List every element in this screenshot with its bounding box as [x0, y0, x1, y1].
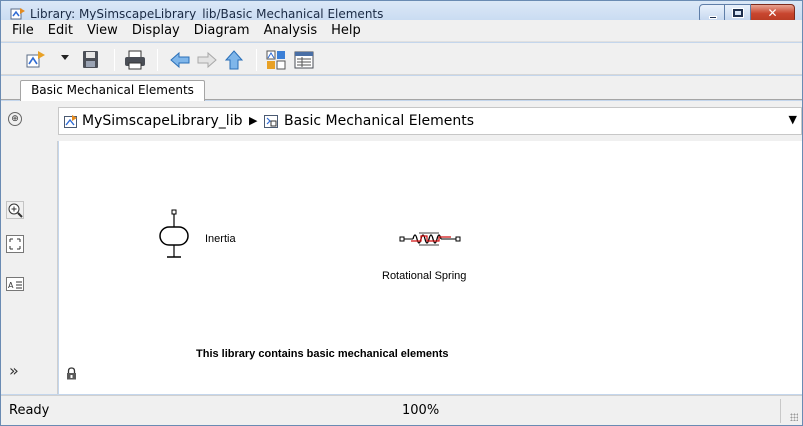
toolbar-separator: [256, 49, 257, 71]
window-title: Library: MySimscapeLibrary_lib/Basic Mec…: [30, 7, 384, 21]
hide-model-browser-icon[interactable]: ⊕: [8, 112, 22, 126]
save-icon: [83, 51, 98, 68]
up-button[interactable]: [223, 49, 245, 71]
status-text: Ready: [9, 403, 50, 418]
print-button[interactable]: [123, 49, 147, 71]
tab-strip: Basic Mechanical Elements: [1, 76, 802, 101]
model-explorer-icon: [294, 51, 314, 69]
close-icon: ✕: [767, 6, 778, 20]
menu-file[interactable]: File: [5, 21, 41, 41]
new-library-button[interactable]: [25, 49, 47, 71]
back-button[interactable]: [169, 49, 191, 71]
maximize-icon: [732, 8, 744, 18]
menu-edit[interactable]: Edit: [41, 21, 80, 41]
forward-icon: [197, 51, 217, 69]
forward-button[interactable]: [196, 49, 218, 71]
inertia-label: Inertia: [205, 233, 236, 245]
address-dropdown-icon[interactable]: ▼: [789, 113, 797, 126]
toolbar-separator: [157, 49, 158, 71]
fit-to-view-icon: [6, 235, 24, 253]
menu-view[interactable]: View: [80, 21, 125, 41]
diagram-canvas[interactable]: Inertia Rotational Spring This library c…: [59, 141, 802, 394]
new-library-icon: [26, 51, 45, 68]
menu-bar: File Edit View Display Diagram Analysis …: [1, 20, 802, 42]
rotational-spring-block[interactable]: [399, 229, 463, 249]
zoom-button[interactable]: [6, 201, 24, 219]
annotation-icon: A: [6, 277, 24, 291]
lock-icon[interactable]: [66, 367, 77, 380]
library-browser-button[interactable]: [265, 49, 287, 71]
back-icon: [170, 51, 190, 69]
resize-grip-icon[interactable]: [790, 413, 798, 421]
new-dropdown-button[interactable]: [61, 55, 69, 77]
subsystem-icon: [264, 115, 278, 128]
fit-to-view-button[interactable]: [6, 235, 24, 253]
simulink-library-icon: [10, 8, 25, 20]
zoom-icon: [6, 201, 24, 219]
zoom-level: 100%: [402, 403, 440, 418]
up-icon: [224, 50, 244, 70]
model-explorer-button[interactable]: [293, 49, 315, 71]
status-separator: [780, 399, 781, 423]
status-bar: Ready 100%: [1, 395, 802, 425]
toolbar: [1, 43, 802, 75]
minimize-icon: [709, 16, 717, 19]
annotation-button[interactable]: A: [6, 275, 24, 293]
breadcrumb-basic-mechanical-elements[interactable]: Basic Mechanical Elements: [284, 113, 474, 129]
menu-diagram[interactable]: Diagram: [187, 21, 257, 41]
print-icon: [125, 50, 145, 70]
address-bar[interactable]: MySimscapeLibrary_lib ▶ Basic Mechanical…: [58, 107, 802, 135]
svg-text:A: A: [8, 281, 14, 290]
toolbar-separator: [114, 49, 115, 71]
menu-display[interactable]: Display: [125, 21, 187, 41]
save-button[interactable]: [81, 49, 101, 71]
library-browser-icon: [266, 50, 286, 70]
menu-help[interactable]: Help: [324, 21, 368, 41]
breadcrumb-separator-icon: ▶: [249, 114, 258, 127]
inertia-block[interactable]: [157, 209, 191, 263]
library-window: Library: MySimscapeLibrary_lib/Basic Mec…: [0, 0, 803, 426]
rotational-spring-label: Rotational Spring: [382, 270, 467, 282]
expand-palette-icon[interactable]: »: [9, 361, 19, 380]
dropdown-arrow-icon: [61, 55, 69, 60]
breadcrumb-library[interactable]: MySimscapeLibrary_lib: [82, 113, 242, 129]
library-annotation: This library contains basic mechanical e…: [196, 348, 449, 360]
tab-basic-mechanical-elements[interactable]: Basic Mechanical Elements: [20, 80, 205, 101]
menu-analysis[interactable]: Analysis: [257, 21, 325, 41]
palette: A »: [1, 141, 58, 394]
library-icon: [64, 115, 77, 128]
address-row: ⊕ MySimscapeLibrary_lib ▶ Basic Mechanic…: [1, 101, 802, 141]
